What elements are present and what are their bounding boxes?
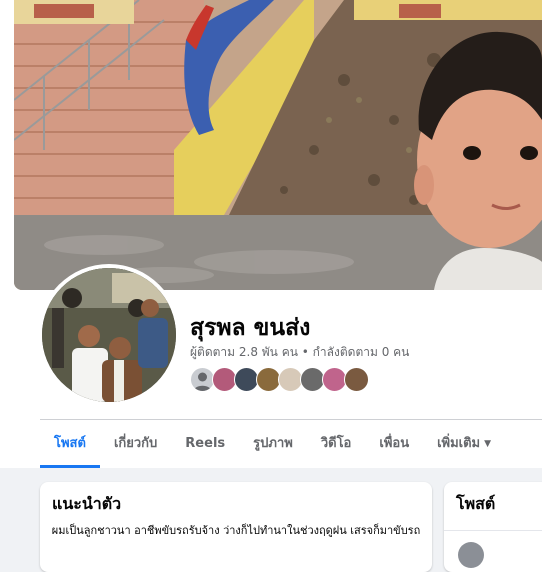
friend-avatar-icon[interactable] [344,367,369,392]
tab-label: เพิ่มเติม [437,436,481,451]
profile-tabs: โพสต์ เกี่ยวกับ Reels รูปภาพ วิดีโอ เพื่… [40,420,505,468]
profile-picture[interactable] [38,264,180,406]
cover-photo[interactable] [14,0,542,290]
posts-title: โพสต์ [456,494,496,513]
follower-stats[interactable]: ผู้ติดตาม 2.8 พัน คน • กำลังติดตาม 0 คน [190,343,409,362]
tab-label: วิดีโอ [320,436,352,451]
tab-label: เพื่อน [379,436,410,451]
post-author-avatar[interactable] [458,542,484,568]
tab-label: รูปภาพ [253,436,293,451]
tab-label: โพสต์ [54,436,86,451]
tab-videos[interactable]: วิดีโอ [307,420,366,468]
tab-posts[interactable]: โพสต์ [40,420,100,468]
tab-label: เกี่ยวกับ [113,436,158,451]
tab-more[interactable]: เพิ่มเติม ▼ [423,420,505,468]
tab-about[interactable]: เกี่ยวกับ [100,420,171,468]
posts-card: โพสต์ [444,482,542,572]
posts-divider [444,530,542,531]
profile-name: สุรพล ขนส่ง [190,315,311,341]
intro-card: แนะนำตัว ผมเป็นลูกชาวนา อาชีพขับรถรับจ้า… [40,482,432,572]
tab-reels[interactable]: Reels [171,420,239,468]
intro-bio: ผมเป็นลูกชาวนา อาชีพขับรถรับจ้าง ว่างก็ไ… [51,524,421,537]
tab-photos[interactable]: รูปภาพ [239,420,307,468]
tab-friends[interactable]: เพื่อน [365,420,423,468]
mutual-friends-avatars[interactable] [190,367,369,392]
tab-label: Reels [185,436,226,451]
caret-down-icon: ▼ [484,439,492,449]
intro-title: แนะนำตัว [52,494,122,513]
